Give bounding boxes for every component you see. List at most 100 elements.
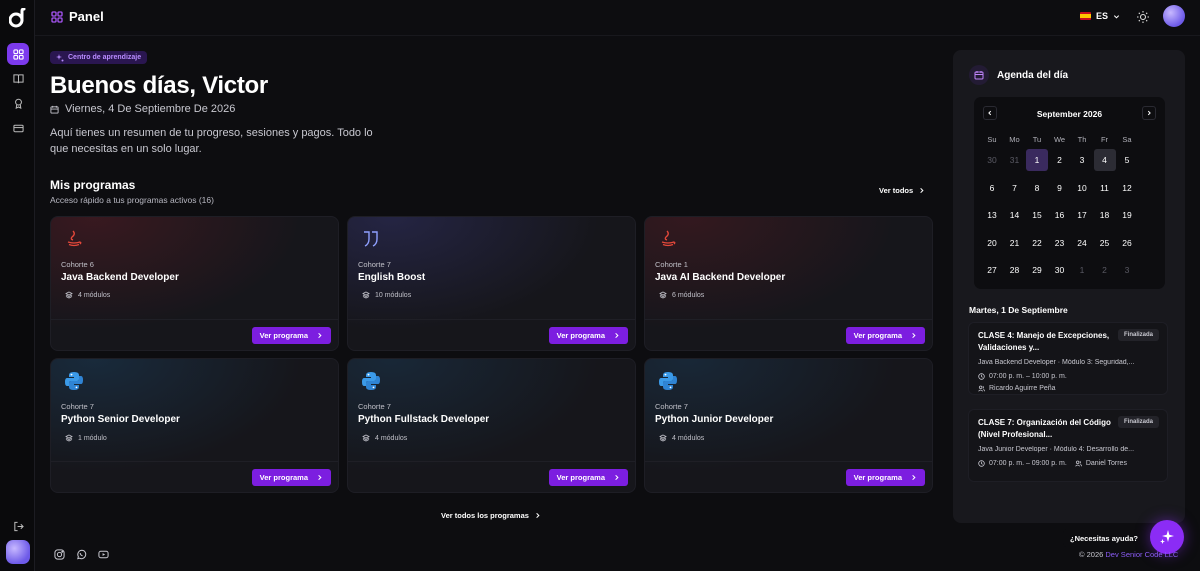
view-program-button[interactable]: Ver programa xyxy=(548,469,628,486)
calendar-day[interactable]: 18 xyxy=(1094,204,1116,226)
calendar-day[interactable]: 3 xyxy=(1116,259,1138,281)
divider xyxy=(348,461,635,462)
help-label[interactable]: ¿Necesitas ayuda? xyxy=(1063,529,1145,547)
modules-label: 4 módulos xyxy=(78,291,111,299)
copyright-prefix: © 2026 xyxy=(1079,550,1106,559)
instructor-name: Daniel Torres xyxy=(1085,460,1127,467)
calendar-day[interactable]: 31 xyxy=(1004,149,1026,171)
logo-icon[interactable] xyxy=(9,8,27,28)
layers-icon xyxy=(362,291,370,299)
calendar-day[interactable]: 1 xyxy=(1071,259,1093,281)
calendar-next-button[interactable] xyxy=(1142,106,1156,120)
see-all-programs-link[interactable]: Ver todos los programas xyxy=(441,511,541,520)
agenda-panel: Agenda del día September 2026 Su Mo Tu We Th… xyxy=(953,50,1185,523)
calendar-day[interactable]: 16 xyxy=(1049,204,1071,226)
award-icon xyxy=(14,98,22,109)
program-card[interactable]: Cohorte 6 Java Backend Developer 4 módul… xyxy=(50,216,339,351)
calendar-day[interactable]: 30 xyxy=(981,149,1003,171)
calendar-icon xyxy=(974,71,984,80)
instagram-icon[interactable] xyxy=(54,549,65,560)
calendar-day[interactable]: 11 xyxy=(1094,177,1116,199)
calendar-day[interactable]: 25 xyxy=(1094,232,1116,254)
view-program-button[interactable]: Ver programa xyxy=(251,327,331,344)
calendar-day[interactable]: 21 xyxy=(1004,232,1026,254)
program-title: Python Senior Developer xyxy=(61,414,180,425)
sidebar-item-courses[interactable] xyxy=(7,67,29,89)
copyright: © 2026 Dev Senior Code LLC xyxy=(1079,550,1178,559)
view-program-button[interactable]: Ver programa xyxy=(845,327,925,344)
session-program: Java Backend Developer · Módulo 3: Segur… xyxy=(978,359,1135,366)
program-card[interactable]: Cohorte 1 Java AI Backend Developer 6 mó… xyxy=(644,216,933,351)
topbar: Panel ES xyxy=(35,0,1200,36)
status-badge: Finalizada xyxy=(1117,329,1159,341)
chevron-right-icon xyxy=(318,332,322,339)
chevron-right-icon xyxy=(912,474,916,481)
calendar-day[interactable]: 19 xyxy=(1116,204,1138,226)
calendar-day[interactable]: 24 xyxy=(1071,232,1093,254)
calendar-day[interactable]: 17 xyxy=(1071,204,1093,226)
youtube-icon[interactable] xyxy=(98,549,109,560)
calendar-day[interactable]: 9 xyxy=(1049,177,1071,199)
modules-count: 1 módulo xyxy=(65,434,107,442)
calendar-day[interactable]: 20 xyxy=(981,232,1003,254)
python-icon xyxy=(659,372,677,390)
sidebar-avatar[interactable] xyxy=(6,540,30,564)
program-title: Python Junior Developer xyxy=(655,414,774,425)
dashboard-icon xyxy=(51,10,63,23)
see-all-label: Ver todos xyxy=(879,186,914,195)
language-selector[interactable]: ES xyxy=(1079,11,1120,21)
sidebar-item-dashboard[interactable] xyxy=(7,43,29,65)
layers-icon xyxy=(659,434,667,442)
calendar-day[interactable]: 30 xyxy=(1049,259,1071,281)
book-icon xyxy=(12,73,24,83)
session-time: 07:00 p. m. – 10:00 p. m. xyxy=(978,373,1067,380)
calendar-day[interactable]: 8 xyxy=(1026,177,1048,199)
clock-icon xyxy=(978,373,985,380)
calendar-day[interactable]: 7 xyxy=(1004,177,1026,199)
divider xyxy=(348,319,635,320)
language-label: ES xyxy=(1095,11,1108,21)
whatsapp-icon[interactable] xyxy=(76,549,87,560)
calendar-day[interactable]: 22 xyxy=(1026,232,1048,254)
program-card[interactable]: Cohorte 7 Python Junior Developer 4 módu… xyxy=(644,358,933,493)
sparkles-icon xyxy=(1160,530,1174,544)
chevron-right-icon xyxy=(1147,110,1151,116)
calendar-day[interactable]: 23 xyxy=(1049,232,1071,254)
calendar-day[interactable]: 1 xyxy=(1026,149,1048,171)
calendar-day[interactable]: 15 xyxy=(1026,204,1048,226)
calendar-day[interactable]: 26 xyxy=(1116,232,1138,254)
view-program-button[interactable]: Ver programa xyxy=(845,469,925,486)
sidebar-item-payments[interactable] xyxy=(7,117,29,139)
calendar-day[interactable]: 12 xyxy=(1116,177,1138,199)
logout-button[interactable] xyxy=(7,515,29,537)
program-card[interactable]: Cohorte 7 Python Fullstack Developer 4 m… xyxy=(347,358,636,493)
divider xyxy=(51,319,338,320)
session-card[interactable]: CLASE 4: Manejo de Excepciones, Validaci… xyxy=(968,322,1168,395)
view-program-button[interactable]: Ver programa xyxy=(548,327,628,344)
calendar-day[interactable]: 28 xyxy=(1004,259,1026,281)
session-time-label: 07:00 p. m. – 09:00 p. m. xyxy=(989,460,1067,467)
calendar-day[interactable]: 10 xyxy=(1071,177,1093,199)
sparkles-icon xyxy=(56,53,64,61)
sidebar-item-certificates[interactable] xyxy=(7,92,29,114)
view-program-button[interactable]: Ver programa xyxy=(251,469,331,486)
sun-icon[interactable] xyxy=(1136,10,1150,24)
session-card[interactable]: CLASE 7: Organización del Código (Nivel … xyxy=(968,409,1168,482)
program-card[interactable]: Cohorte 7 Python Senior Developer 1 módu… xyxy=(50,358,339,493)
calendar-day[interactable]: 2 xyxy=(1049,149,1071,171)
program-card[interactable]: Cohorte 7 English Boost 10 módulos Ver p… xyxy=(347,216,636,351)
calendar-day[interactable]: 27 xyxy=(981,259,1003,281)
calendar-day[interactable]: 13 xyxy=(981,204,1003,226)
calendar-day[interactable]: 14 xyxy=(1004,204,1026,226)
calendar-day[interactable]: 5 xyxy=(1116,149,1138,171)
calendar-day[interactable]: 4 xyxy=(1093,149,1116,171)
help-button[interactable] xyxy=(1150,520,1184,554)
user-avatar[interactable] xyxy=(1163,5,1185,27)
calendar-day[interactable]: 29 xyxy=(1026,259,1048,281)
calendar-day[interactable]: 6 xyxy=(981,177,1003,199)
copyright-brand[interactable]: Dev Senior Code LLC xyxy=(1105,550,1178,559)
page-title: Panel xyxy=(69,9,104,24)
see-all-link[interactable]: Ver todos xyxy=(879,186,925,195)
calendar-day[interactable]: 2 xyxy=(1094,259,1116,281)
calendar-day[interactable]: 3 xyxy=(1071,149,1093,171)
